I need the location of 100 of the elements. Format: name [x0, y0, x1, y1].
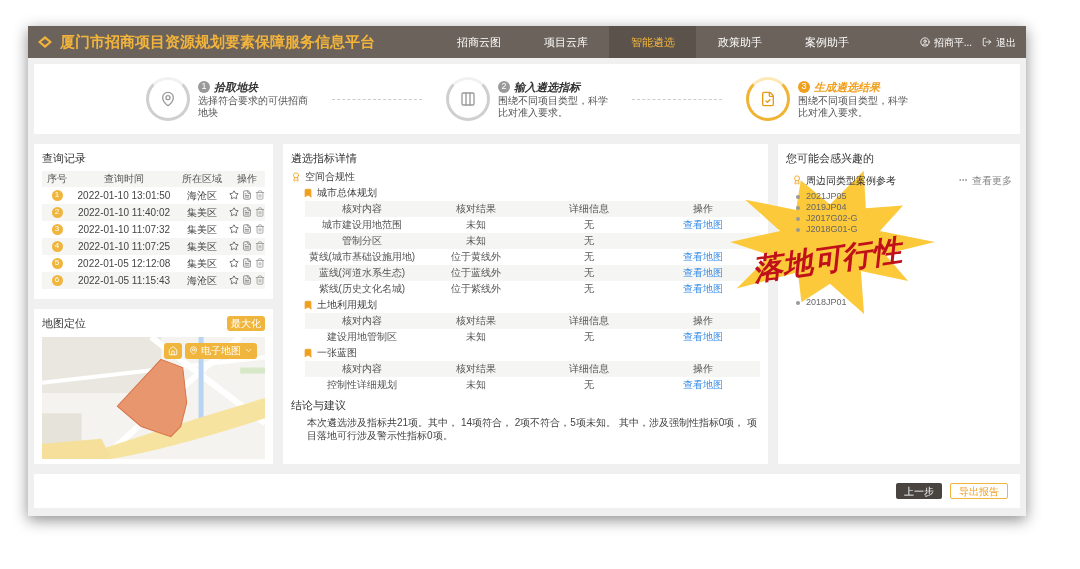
nav-tab[interactable]: 政策助手: [696, 26, 783, 58]
document-icon[interactable]: [241, 190, 252, 200]
logout-icon: [982, 37, 992, 47]
column-header: 核对内容: [340, 362, 383, 376]
column-header: 核对结果: [454, 362, 497, 376]
table-cell-text: 无: [583, 266, 596, 280]
view-map-link[interactable]: 查看地图: [683, 281, 724, 296]
delete-icon[interactable]: [254, 275, 265, 285]
nav-tab[interactable]: 招商云图: [435, 26, 522, 58]
step-number: 1: [198, 81, 210, 93]
logout-button[interactable]: 退出: [982, 34, 1016, 50]
column-header: 查询时间: [103, 172, 145, 186]
index-badge: 1: [51, 189, 63, 201]
nav-tab[interactable]: 智能遴选: [609, 26, 696, 58]
delete-icon[interactable]: [254, 258, 265, 268]
column-header: 核对结果: [454, 314, 497, 328]
table-cell-text: 无: [583, 250, 596, 264]
star-icon[interactable]: [228, 258, 239, 268]
subsection-title: 土地利用规划: [317, 298, 377, 312]
star-icon[interactable]: [228, 275, 239, 285]
delete-icon[interactable]: [254, 207, 265, 217]
table-cell-text: 2022-01-10 11:40:02: [76, 205, 172, 220]
nav-tab[interactable]: 项目云库: [522, 26, 609, 58]
case-link[interactable]: J2017G02-G: [806, 212, 858, 226]
table-cell-text: 2022-01-10 11:07:32: [76, 222, 172, 237]
user-menu[interactable]: 招商平...: [919, 34, 972, 50]
column-header: 序号: [46, 172, 68, 186]
step-title: 生成遴选结果: [814, 79, 880, 95]
subsection-title: 城市总体规划: [317, 186, 377, 200]
table-cell-text: 未知: [464, 378, 487, 391]
index-badge: 5: [51, 257, 63, 269]
step-description: 围绕不同项目类型，科学比对准入要求。: [498, 95, 608, 120]
section-title: 空间合规性: [305, 170, 355, 184]
table-cell-text: 集美区: [186, 205, 218, 220]
document-icon[interactable]: [241, 258, 252, 268]
step-title: 输入遴选指标: [514, 79, 580, 95]
table-cell-text: 无: [583, 282, 596, 296]
view-map-link[interactable]: 查看地图: [683, 249, 724, 264]
card-title: 地图定位: [42, 316, 86, 331]
index-badge: 2: [51, 206, 63, 218]
bookmark-icon: [303, 187, 313, 198]
bookmark-icon: [303, 347, 313, 358]
card-title: 查询记录: [42, 151, 87, 166]
document-icon[interactable]: [241, 275, 252, 285]
table-cell-text: 未知: [464, 234, 487, 248]
table-cell-text: 2022-01-10 11:07:25: [76, 239, 172, 254]
section-title: 结论与建议: [291, 397, 347, 413]
table-cell-text: 海沧区: [186, 273, 218, 288]
step-number: 3: [798, 81, 810, 93]
table-cell-text: 位于黄线外: [449, 250, 502, 264]
footer-button[interactable]: 导出报告: [950, 483, 1008, 499]
award-icon: [291, 171, 301, 182]
table-cell-text: 位于蓝线外: [449, 266, 502, 280]
view-map-link[interactable]: 查看地图: [683, 217, 724, 232]
delete-icon[interactable]: [254, 241, 265, 251]
case-link[interactable]: 2019JP04: [806, 201, 847, 215]
table-cell-text: 集美区: [186, 239, 218, 254]
bookmark-icon: [303, 299, 313, 310]
view-map-link[interactable]: 查看地图: [683, 265, 724, 280]
table-cell-text: 黄线(城市基础设施用地): [307, 250, 417, 264]
table-cell-text: 2022-01-10 13:01:50: [76, 188, 172, 203]
table-cell-text: 控制性详细规划: [325, 378, 398, 391]
table-cell-text: 未知: [464, 218, 487, 232]
star-icon[interactable]: [228, 207, 239, 217]
chevron-down-icon: [244, 346, 253, 355]
document-icon[interactable]: [241, 207, 252, 217]
nav-tab[interactable]: 案例助手: [783, 26, 870, 58]
table-cell-text: 建设用地管制区: [325, 330, 398, 344]
table-cell-text: 集美区: [186, 222, 218, 237]
column-header: 所在区域: [181, 172, 223, 186]
column-header: 操作: [692, 202, 715, 216]
document-icon[interactable]: [241, 224, 252, 234]
delete-icon[interactable]: [254, 190, 265, 200]
document-icon[interactable]: [241, 241, 252, 251]
step-title: 拾取地块: [214, 79, 258, 95]
view-map-link[interactable]: 查看地图: [683, 329, 724, 344]
footer-button[interactable]: 上一步: [896, 483, 942, 499]
view-map-link[interactable]: 查看地图: [683, 377, 724, 391]
table-cell-text: 2022-01-05 11:15:43: [76, 273, 172, 288]
table-cell-text: 2022-01-05 12:12:08: [76, 256, 172, 271]
user-icon: [919, 37, 930, 47]
table-cell-text: 无: [583, 330, 596, 344]
bullet-icon: [796, 228, 800, 232]
view-more-link[interactable]: 查看更多: [958, 172, 1012, 188]
index-badge: 6: [51, 274, 63, 286]
star-icon[interactable]: [228, 190, 239, 200]
card-title: 您可能会感兴趣的: [786, 151, 875, 166]
star-icon[interactable]: [228, 241, 239, 251]
map-pin-icon: [189, 346, 198, 355]
column-header: 操作: [235, 172, 258, 186]
table-cell-text: 位于紫线外: [449, 282, 502, 296]
column-header: 详细信息: [568, 314, 611, 328]
case-link[interactable]: 2018JP01: [806, 296, 847, 310]
table-cell-text: 海沧区: [186, 188, 218, 203]
card-title: 遴选指标详情: [291, 151, 358, 166]
delete-icon[interactable]: [254, 224, 265, 234]
bullet-icon: [796, 217, 800, 221]
column-header: 操作: [692, 314, 715, 328]
star-icon[interactable]: [228, 224, 239, 234]
step-description: 选择符合要求的可供招商地块: [198, 95, 308, 120]
